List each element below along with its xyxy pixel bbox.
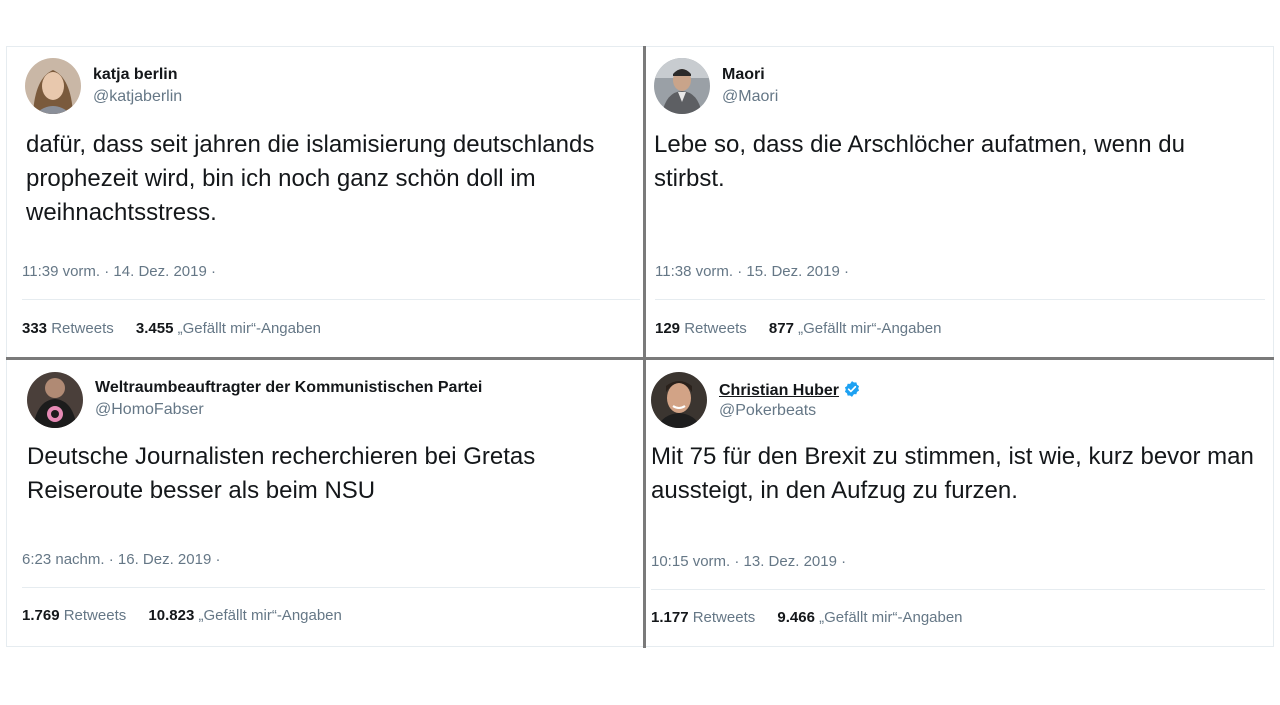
likes-stat[interactable]: 877 „Gefällt mir“-Angaben [769,320,942,337]
stats-separator [22,299,640,300]
avatar-homofabser[interactable] [27,372,83,428]
avatar-photo-icon [654,58,710,114]
avatar-pokerbeats[interactable] [651,372,707,428]
avatar-photo-icon [25,58,81,114]
like-count: 3.455 [135,320,174,337]
likes-stat[interactable]: 3.455 „Gefällt mir“-Angaben [136,320,321,337]
likes-stat[interactable]: 10.823 „Gefällt mir“-Angaben [148,607,341,624]
retweets-label: Retweets [684,320,747,337]
tweet-timestamp[interactable]: 11:39 vorm. · 14. Dez. 2019 · [22,263,216,280]
likes-label: „Gefällt mir“-Angaben [198,607,342,624]
tweet-stats: 333 Retweets 3.455 „Gefällt mir“-Angaben [22,320,339,337]
tweet-card-homofabser[interactable]: Weltraumbeauftragter der Kommunistischen… [0,360,644,646]
avatar-katjaberlin[interactable] [25,58,81,114]
retweet-count: 1.769 [22,607,60,624]
tweet-text: dafür, dass seit jahren die islamisierun… [26,131,595,226]
horizontal-divider [6,357,1274,360]
retweet-count: 333 [22,320,48,337]
tweet-text: Mit 75 für den Brexit zu stimmen, ist wi… [651,443,1254,504]
tweet-text: Lebe so, dass die Arschlöcher aufatmen, … [654,131,1185,192]
retweets-stat[interactable]: 1.177 Retweets [651,609,755,626]
likes-label: „Gefällt mir“-Angaben [819,609,963,626]
tweet-text: Deutsche Journalisten recherchieren bei … [27,443,536,504]
stats-separator [651,589,1265,590]
tweet-stats: 1.177 Retweets 9.466 „Gefällt mir“-Angab… [651,609,981,626]
retweet-count: 129 [655,320,681,337]
like-count: 877 [768,320,794,337]
user-handle[interactable]: @Maori [722,88,778,106]
bottom-border [6,646,1274,647]
retweets-stat[interactable]: 129 Retweets [655,320,747,337]
display-name[interactable]: Christian Huber [719,380,861,400]
display-name[interactable]: Maori [722,66,765,84]
retweet-count: 1.177 [651,609,689,626]
display-name[interactable]: Weltraumbeauftragter der Kommunistischen… [95,379,482,397]
avatar-photo-icon [651,372,707,428]
stats-separator [655,299,1265,300]
retweets-label: Retweets [51,320,114,337]
likes-label: „Gefällt mir“-Angaben [177,320,322,337]
avatar-photo-icon [27,372,83,428]
retweets-label: Retweets [692,609,756,626]
retweets-stat[interactable]: 1.769 Retweets [22,607,126,624]
vertical-divider [643,46,646,648]
verified-badge-icon [844,381,860,397]
retweets-stat[interactable]: 333 Retweets [22,320,114,337]
user-handle[interactable]: @Pokerbeats [719,402,816,420]
like-count: 10.823 [148,607,195,624]
display-name-text: Christian Huber [719,382,840,399]
tweet-card-katjaberlin[interactable]: katja berlin @katjaberlin dafür, dass se… [0,46,644,358]
avatar-maori[interactable] [654,58,710,114]
stats-separator [22,587,640,588]
display-name[interactable]: katja berlin [93,66,177,84]
tweet-card-pokerbeats[interactable]: Christian Huber @Pokerbeats Mit 75 für d… [646,360,1274,646]
tweet-stats: 129 Retweets 877 „Gefällt mir“-Angaben [655,320,960,337]
tweet-card-maori[interactable]: Maori @Maori Lebe so, dass die Arschlöch… [646,46,1274,358]
tweet-stats: 1.769 Retweets 10.823 „Gefällt mir“-Anga… [22,607,360,624]
tweet-timestamp[interactable]: 6:23 nachm. · 16. Dez. 2019 · [22,551,220,568]
likes-stat[interactable]: 9.466 „Gefällt mir“-Angaben [777,609,962,626]
likes-label: „Gefällt mir“-Angaben [798,320,942,337]
retweets-label: Retweets [63,607,127,624]
user-handle[interactable]: @HomoFabser [95,401,204,419]
tweet-timestamp[interactable]: 11:38 vorm. · 15. Dez. 2019 · [655,263,849,280]
tweet-timestamp[interactable]: 10:15 vorm. · 13. Dez. 2019 · [651,553,846,570]
user-handle[interactable]: @katjaberlin [93,88,182,106]
like-count: 9.466 [777,609,815,626]
